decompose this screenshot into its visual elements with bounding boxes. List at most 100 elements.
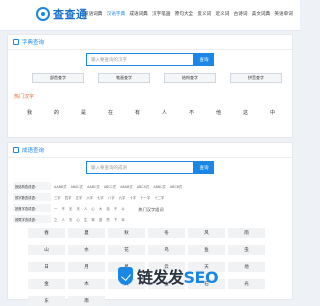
nav-item[interactable]: 汉语字典: [107, 11, 125, 17]
filter-option[interactable]: 十一字: [140, 195, 150, 200]
char-lookup-card: 字典查询 输入要查询的汉字 查询 部首查字 笔画查字 结构查字 拼音查字 热门汉…: [7, 34, 293, 138]
pinyin-lookup-button[interactable]: 拼音查字: [230, 73, 282, 83]
stroke-lookup-button[interactable]: 笔画查字: [98, 73, 150, 83]
nav-item[interactable]: 汉字笔画: [152, 11, 170, 17]
hot-char[interactable]: 人: [151, 109, 178, 116]
nav-item[interactable]: 成语词典: [129, 11, 147, 17]
hot-char[interactable]: 不: [178, 109, 205, 116]
idiom-search: 输入要查询的成语 查询: [86, 161, 214, 174]
filter-option[interactable]: ABCC式: [104, 184, 116, 189]
nav-item[interactable]: 汉语词典: [84, 11, 102, 17]
grid-cell[interactable]: 花: [108, 245, 145, 255]
char-search: 输入要查询的汉字 查询: [86, 53, 214, 66]
grid-cell[interactable]: 鸟: [148, 245, 185, 255]
nav-item[interactable]: 近义词: [216, 11, 230, 17]
nav-item[interactable]: 美文词典: [252, 11, 270, 17]
filter-option[interactable]: 年: [121, 217, 124, 222]
filter-option[interactable]: 事: [91, 217, 94, 222]
filter-option[interactable]: 人: [61, 217, 64, 222]
filter-option[interactable]: 三字: [54, 195, 61, 200]
filter-option[interactable]: 心: [76, 217, 79, 222]
shield-icon: [118, 267, 133, 285]
card-header: 字典查询: [8, 35, 292, 50]
grid-cell[interactable]: 冬: [148, 228, 185, 238]
hot-chars-list: 我 的 是 在 有 人 不 他 这 中: [16, 109, 286, 116]
grid-cell[interactable]: 秋: [108, 228, 145, 238]
grid-cell[interactable]: 南: [68, 296, 105, 306]
book-icon: [13, 147, 19, 153]
logo-icon: [36, 7, 50, 21]
filter-option[interactable]: 十字: [129, 195, 136, 200]
nav-item[interactable]: 反义词: [197, 11, 211, 17]
grid-cell[interactable]: 夏: [68, 228, 105, 238]
filter-option[interactable]: ABBC式: [153, 184, 165, 189]
card-title: 字典查询: [22, 40, 45, 46]
watermark: 链发发SEO: [118, 264, 219, 288]
grid-cell[interactable]: 鱼: [188, 245, 225, 255]
filter-option[interactable]: 七字: [97, 195, 104, 200]
grid-cell[interactable]: 地: [228, 262, 265, 272]
grid-cell[interactable]: 雨: [228, 228, 265, 238]
filter-option[interactable]: 道: [99, 217, 102, 222]
filter-row-last-char: 按尾字查成语： 之 人 天 心 生 事 道 然 下 年: [13, 215, 129, 223]
filter-option[interactable]: AABC式: [87, 184, 99, 189]
hot-chars-title: 热门汉字: [14, 94, 35, 100]
filter-option[interactable]: 六字: [86, 195, 93, 200]
filter-option[interactable]: 生: [84, 217, 87, 222]
grid-cell[interactable]: 东: [28, 296, 65, 306]
grid-cell[interactable]: 春: [28, 228, 65, 238]
filter-label: 按结构查成语：: [13, 182, 51, 190]
site-logo[interactable]: 查查通: [36, 6, 88, 22]
radical-lookup-button[interactable]: 部首查字: [32, 73, 84, 83]
nav-item[interactable]: 原句大全: [175, 11, 193, 17]
grid-cell[interactable]: 月: [68, 262, 105, 272]
hot-char[interactable]: 有: [124, 109, 151, 116]
main-nav: 汉语词典 汉语字典 成语词典 汉字笔画 原句大全 反义词 近义词 古诗词 美文词…: [84, 11, 297, 17]
filter-option[interactable]: ABCB式: [170, 184, 182, 189]
structure-lookup-button[interactable]: 结构查字: [164, 73, 216, 83]
idiom-search-button[interactable]: 查询: [194, 161, 214, 174]
hot-char[interactable]: 他: [205, 109, 232, 116]
filter-option[interactable]: ABAC式: [71, 184, 83, 189]
char-search-input[interactable]: 输入要查询的汉字: [86, 53, 194, 66]
idiom-search-input[interactable]: 输入要查询的成语: [86, 161, 194, 174]
filter-option[interactable]: 之: [54, 217, 57, 222]
filter-label: 按尾字查成语：: [13, 215, 51, 223]
filter-row-length: 按字数查成语： 三字 四字 五字 六字 七字 八字 九字 十字 十一字 十二字: [13, 193, 168, 201]
filter-option[interactable]: 八字: [108, 195, 115, 200]
grid-cell[interactable]: 山: [28, 245, 65, 255]
filter-option[interactable]: 四字: [65, 195, 72, 200]
filter-row-structure: 按结构查成语： AABB式 ABAC式 AABC式 ABCC式 ABAB式 AB…: [13, 182, 186, 190]
logo-text: 查查通: [53, 8, 88, 21]
filter-option[interactable]: 五字: [76, 195, 83, 200]
nav-item[interactable]: 古诗词: [234, 11, 248, 17]
filter-option[interactable]: 十二字: [154, 195, 164, 200]
hot-char[interactable]: 我: [16, 109, 43, 116]
filter-option[interactable]: ABAB式: [120, 184, 132, 189]
filter-option[interactable]: ABCA式: [137, 184, 149, 189]
hot-char[interactable]: 中: [259, 109, 286, 116]
grid-cell[interactable]: 光: [228, 279, 265, 289]
top-bar: 查查通 汉语词典 汉语字典 成语词典 汉字笔画 原句大全 反义词 近义词 古诗词…: [0, 0, 300, 31]
hot-char[interactable]: 在: [97, 109, 124, 116]
grid-cell[interactable]: 木: [68, 279, 105, 289]
hot-char[interactable]: 是: [70, 109, 97, 116]
nav-item[interactable]: 英语单词: [274, 11, 292, 17]
card-header: 成语查询: [8, 143, 292, 158]
grid-cell[interactable]: 金: [28, 279, 65, 289]
grid-cell[interactable]: 风: [188, 228, 225, 238]
grid-cell[interactable]: 水: [68, 245, 105, 255]
filter-option[interactable]: AABB式: [54, 184, 66, 189]
grid-cell[interactable]: 虫: [228, 245, 265, 255]
filter-option[interactable]: 下: [114, 217, 117, 222]
filter-option[interactable]: 九字: [119, 195, 126, 200]
grid-cell[interactable]: 日: [28, 262, 65, 272]
filter-label: 按字数查成语：: [13, 193, 51, 201]
hot-char[interactable]: 的: [43, 109, 70, 116]
filter-option[interactable]: 然: [106, 217, 109, 222]
lookup-type-buttons: 部首查字 笔画查字 结构查字 拼音查字: [32, 73, 282, 83]
char-search-button[interactable]: 查询: [194, 53, 214, 66]
dictionary-icon: [13, 39, 19, 45]
filter-option[interactable]: 天: [69, 217, 72, 222]
hot-char[interactable]: 这: [232, 109, 259, 116]
